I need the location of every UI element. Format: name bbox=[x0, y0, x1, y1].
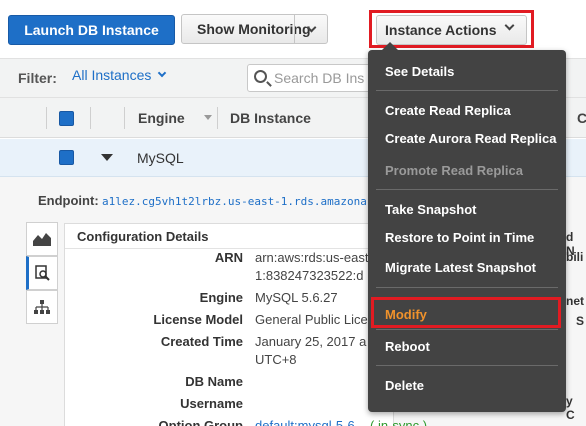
search-placeholder: Search DB Ins bbox=[274, 70, 365, 86]
partial-label: net bbox=[566, 294, 584, 308]
menu-item-modify[interactable]: Modify bbox=[385, 307, 427, 322]
partial-label: y C bbox=[566, 394, 575, 422]
column-divider bbox=[217, 107, 218, 129]
row-checkbox[interactable] bbox=[59, 150, 74, 165]
endpoint-value[interactable]: a1lez.cg5vh1t2lrbz.us-east-1.rds.amazona bbox=[102, 195, 367, 208]
partial-label: S bbox=[576, 314, 585, 328]
engine-key: Engine bbox=[199, 290, 243, 305]
column-divider bbox=[46, 107, 47, 129]
menu-item-reboot[interactable]: Reboot bbox=[385, 339, 430, 354]
show-monitoring-button[interactable]: Show Monitoring bbox=[181, 14, 328, 44]
launch-db-instance-button[interactable]: Launch DB Instance bbox=[8, 15, 175, 45]
column-header-db-instance[interactable]: DB Instance bbox=[230, 110, 311, 126]
menu-item-restore-to-point-in-time[interactable]: Restore to Point in Time bbox=[385, 230, 534, 245]
configuration-details-panel: Configuration Details ARN arn:aws:rds:us… bbox=[64, 223, 427, 426]
username-key: Username bbox=[180, 396, 243, 411]
column-header-engine[interactable]: Engine bbox=[138, 110, 185, 126]
expand-row-icon[interactable] bbox=[101, 154, 113, 161]
menu-item-promote-read-replica: Promote Read Replica bbox=[385, 163, 523, 178]
row-engine: MySQL bbox=[137, 150, 184, 166]
menu-item-see-details[interactable]: See Details bbox=[385, 64, 454, 79]
detail-side-tabs bbox=[26, 222, 58, 324]
chevron-down-icon bbox=[158, 68, 167, 78]
chevron-down-icon bbox=[306, 22, 316, 32]
menu-item-take-snapshot[interactable]: Take Snapshot bbox=[385, 202, 477, 217]
filter-dropdown[interactable]: All Instances bbox=[72, 67, 167, 83]
search-icon bbox=[254, 70, 267, 83]
chevron-down-icon bbox=[504, 20, 515, 31]
arn-key: ARN bbox=[214, 250, 243, 265]
filter-value-label: All Instances bbox=[72, 67, 152, 83]
partial-label: bili bbox=[566, 250, 584, 264]
engine-value: MySQL 5.6.27 bbox=[255, 290, 338, 305]
tab-monitoring[interactable] bbox=[26, 222, 58, 256]
menu-divider bbox=[376, 365, 558, 366]
created-time-value-line1: January 25, 2017 a bbox=[255, 334, 367, 349]
instance-actions-button[interactable]: Instance Actions bbox=[376, 15, 527, 45]
menu-divider bbox=[376, 90, 558, 91]
menu-divider bbox=[376, 189, 558, 190]
created-time-value-line2: UTC+8 bbox=[255, 352, 297, 367]
license-model-value: General Public Lice bbox=[255, 312, 368, 327]
menu-item-create-read-replica[interactable]: Create Read Replica bbox=[385, 103, 511, 118]
menu-item-migrate-latest-snapshot[interactable]: Migrate Latest Snapshot bbox=[385, 260, 536, 275]
sort-arrow-icon[interactable] bbox=[204, 115, 212, 120]
select-all-checkbox[interactable] bbox=[59, 111, 74, 126]
menu-item-delete[interactable]: Delete bbox=[385, 378, 424, 393]
column-divider bbox=[90, 107, 91, 129]
arn-value-line2: 1:838247323522:d bbox=[255, 268, 364, 283]
arn-value-line1: arn:aws:rds:us-east- bbox=[255, 250, 373, 265]
db-name-key: DB Name bbox=[185, 374, 243, 389]
magnifier-document-icon bbox=[35, 265, 50, 281]
option-group-link[interactable]: default:mysql-5-6 bbox=[255, 418, 355, 426]
instance-actions-label: Instance Actions bbox=[385, 22, 497, 38]
menu-divider bbox=[376, 329, 558, 330]
area-chart-icon bbox=[33, 233, 51, 246]
tab-topology[interactable] bbox=[26, 290, 58, 324]
column-header-partial: C bbox=[577, 110, 586, 126]
created-time-key: Created Time bbox=[160, 334, 243, 349]
option-group-key: Option Group bbox=[158, 418, 243, 426]
tab-details[interactable] bbox=[26, 256, 58, 290]
monitoring-dropdown-toggle[interactable] bbox=[294, 15, 327, 43]
menu-pointer bbox=[382, 42, 398, 50]
column-divider bbox=[124, 107, 125, 129]
option-group-status: ( in-sync ) bbox=[370, 418, 428, 426]
instance-actions-menu: See Details Create Read Replica Create A… bbox=[368, 42, 566, 412]
license-model-key: License Model bbox=[153, 312, 243, 327]
menu-divider bbox=[376, 287, 558, 288]
divider bbox=[65, 248, 395, 249]
endpoint-label: Endpoint: bbox=[38, 193, 99, 208]
menu-item-create-aurora-read-replica[interactable]: Create Aurora Read Replica bbox=[385, 131, 556, 146]
panel-title: Configuration Details bbox=[77, 229, 209, 244]
filter-label: Filter: bbox=[18, 70, 57, 86]
sitemap-icon bbox=[34, 300, 50, 314]
